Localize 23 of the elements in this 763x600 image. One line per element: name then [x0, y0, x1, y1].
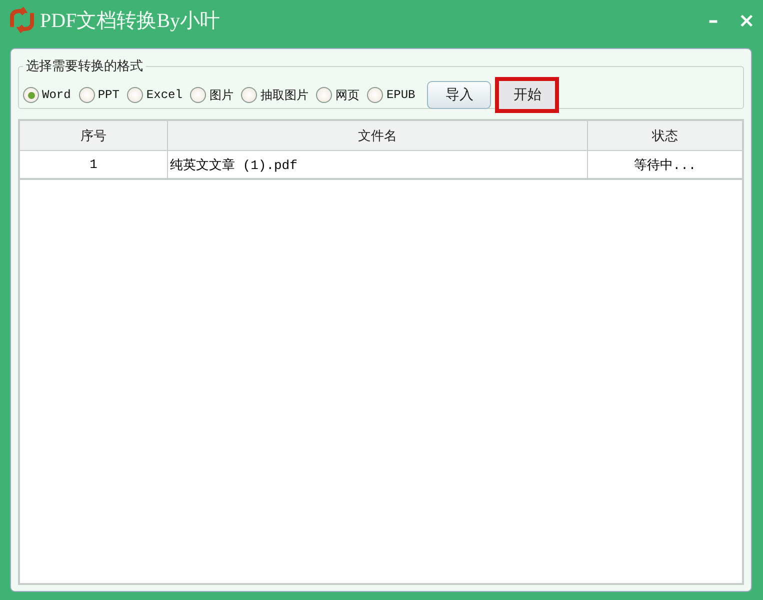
radio-option[interactable]: PPT [78, 87, 120, 103]
app-icon [8, 7, 36, 33]
import-button[interactable]: 导入 [427, 81, 492, 109]
table-cell: 纯英文文章 (1).pdf [168, 150, 588, 179]
radio-option[interactable]: EPUB [367, 87, 416, 103]
radio-option[interactable]: Excel [127, 87, 182, 103]
radio-button[interactable] [78, 87, 95, 103]
radio-button[interactable] [241, 87, 258, 103]
window-title: PDF文档转换By小叶 [40, 8, 222, 34]
start-button[interactable]: 开始 [495, 77, 560, 113]
column-header[interactable]: 状态 [588, 120, 743, 150]
radio-option[interactable]: 网页 [316, 86, 360, 104]
radio-button[interactable] [23, 87, 39, 103]
radio-option[interactable]: 抽取图片 [241, 86, 308, 104]
radio-option[interactable]: Word [23, 87, 71, 103]
radio-button[interactable] [190, 87, 206, 103]
radio-option[interactable]: 图片 [190, 86, 234, 104]
group-label: 选择需要转换的格式 [25, 58, 144, 75]
radio-button[interactable] [127, 87, 144, 103]
column-header[interactable]: 序号 [19, 120, 168, 150]
radio-button[interactable] [316, 87, 332, 103]
column-header[interactable]: 文件名 [168, 120, 588, 150]
radio-button[interactable] [367, 87, 384, 103]
